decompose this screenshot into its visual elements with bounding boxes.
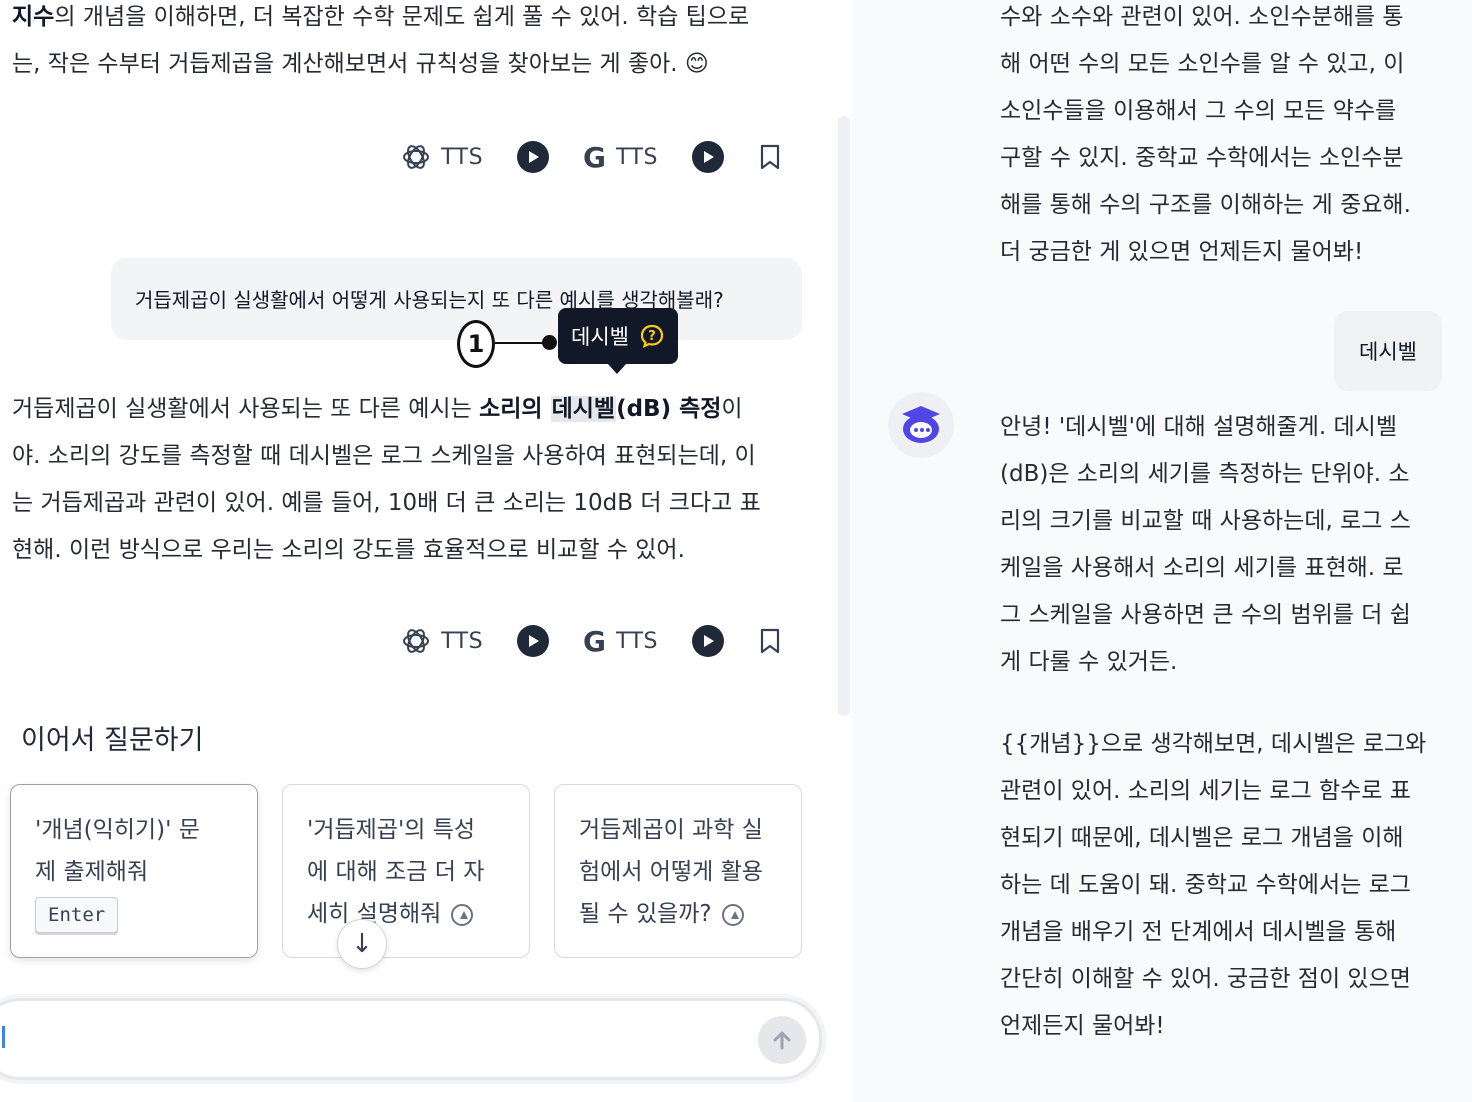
assistant-message-history: 안녕! '데시벨'에 대해 설명해줄게. 데시벨 (dB)은 소리의 세기를 측…: [1000, 404, 1440, 686]
message-text: 구할 수 있지. 중학교 수학에서는 소인수분: [1000, 145, 1404, 171]
tts-label: TTS: [441, 628, 484, 654]
tooltip-term: 데시벨: [571, 325, 629, 349]
enter-key-hint: Enter: [35, 897, 119, 933]
message-actions: TTS G TTS: [401, 135, 782, 179]
assistant-message-previous: 지수의 개념을 이해하면, 더 복잡한 수학 문제도 쉽게 풀 수 있어. 학습…: [12, 0, 812, 88]
openai-icon: [403, 629, 430, 653]
message-text: 하는 데 도움이 돼. 중학교 수학에서는 로그: [1000, 872, 1411, 898]
card-text: 험에서 어떻게 활용: [579, 859, 763, 885]
message-text: 야. 소리의 강도를 측정할 때 데시벨은 로그 스케일을 사용하여 표현되는데…: [12, 443, 756, 469]
message-text: 이: [721, 396, 743, 422]
scroll-down-button[interactable]: ↓: [337, 919, 387, 969]
bold-term: 소리의: [479, 396, 551, 422]
card-text: '거듭제곱'의 특성: [307, 817, 476, 843]
arrow-down-icon: ↓: [351, 929, 373, 959]
help-icon[interactable]: ?: [639, 323, 665, 349]
message-text: 리의 크기를 비교할 때 사용하는데, 로그 스: [1000, 508, 1411, 534]
message-actions: TTS G TTS: [401, 619, 782, 663]
message-text: 소인수들을 이용해서 그 수의 모든 약수를: [1000, 98, 1397, 124]
message-text: 더 궁금한 게 있으면 언제든지 물어봐!: [1000, 239, 1364, 265]
google-icon: G: [583, 624, 607, 658]
message-text: 수와 소수와 관련이 있어. 소인수분해를 통: [1000, 4, 1404, 30]
message-text: 현해. 이런 방식으로 우리는 소리의 강도를 효율적으로 비교할 수 있어.: [12, 537, 685, 563]
arrow-up-icon: [773, 1031, 791, 1050]
tts-label: TTS: [616, 628, 658, 654]
card-text: 제 출제해줘: [35, 859, 149, 885]
google-icon: G: [583, 140, 607, 174]
highlighted-term[interactable]: 데시벨: [550, 396, 617, 422]
message-text: 는 거듭제곱과 관련이 있어. 예를 들어, 10배 더 큰 소리는 10dB …: [12, 490, 761, 516]
send-button[interactable]: [758, 1016, 806, 1064]
bold-term: 지수: [12, 4, 55, 30]
bold-term: (dB) 측정: [616, 396, 722, 422]
user-message-bubble: 거듭제곱이 실생활에서 어떻게 사용되는지 또 다른 예시를 생각해볼래?: [111, 258, 802, 340]
tts-label: TTS: [616, 144, 658, 170]
card-text: '개념(익히기)' 문: [35, 817, 200, 843]
card-text: 거듭제곱이 과학 실: [579, 817, 763, 843]
message-text: 해 어떤 수의 모든 소인수를 알 수 있고, 이: [1000, 51, 1405, 77]
message-text: 해를 통해 수의 구조를 이해하는 게 중요해.: [1000, 192, 1411, 218]
openai-icon: [403, 145, 430, 169]
followup-card[interactable]: '개념(익히기)' 문 제 출제해줘 Enter: [10, 784, 258, 958]
play-icon[interactable]: [692, 141, 724, 173]
play-icon[interactable]: [517, 141, 550, 173]
text-caret: [2, 1026, 5, 1048]
annotation-line: [495, 342, 547, 344]
message-text: 개념을 배우기 전 단계에서 데시벨을 통해: [1000, 919, 1397, 945]
tooltip-arrow: [608, 364, 626, 374]
openai-tts-button[interactable]: TTS: [401, 626, 483, 656]
message-text: 현되기 때문에, 데시벨은 로그 개념을 이해: [1000, 825, 1404, 851]
graduation-bot-icon: [902, 406, 940, 443]
message-text: 간단히 이해할 수 있어. 궁금한 점이 있으면: [1000, 966, 1411, 992]
followup-card[interactable]: 거듭제곱이 과학 실 험에서 어떻게 활용 될 수 있을까?: [554, 784, 802, 958]
assistant-message-history: {{개념}}으로 생각해보면, 데시벨은 로그와 관련이 있어. 소리의 세기는…: [1000, 721, 1440, 1050]
chat-panel: 지수의 개념을 이해하면, 더 복잡한 수학 문제도 쉽게 풀 수 있어. 학습…: [0, 0, 852, 1102]
assistant-message: 거듭제곱이 실생활에서 사용되는 또 다른 예시는 소리의 데시벨(dB) 측정…: [12, 386, 812, 574]
message-text: 그 스케일을 사용하면 큰 수의 범위를 더 쉽: [1000, 602, 1411, 628]
user-message-bubble: 데시벨: [1334, 311, 1442, 391]
followup-title: 이어서 질문하기: [21, 725, 204, 756]
history-panel: 수와 소수와 관련이 있어. 소인수분해를 통 해 어떤 수의 모든 소인수를 …: [852, 0, 1472, 1102]
google-tts-button[interactable]: G TTS: [583, 141, 658, 174]
message-text: 는, 작은 수부터 거듭제곱을 계산해보면서 규칙성을 찾아보는 게 좋아. 😊: [12, 51, 709, 77]
message-text: 의 개념을 이해하면, 더 복잡한 수학 문제도 쉽게 풀 수 있어. 학습 팁…: [54, 4, 750, 30]
term-tooltip[interactable]: 데시벨 ?: [558, 308, 678, 364]
play-icon[interactable]: [692, 625, 724, 657]
annotation-dot: [542, 335, 557, 350]
message-text: 케일을 사용해서 소리의 세기를 표현해. 로: [1000, 555, 1404, 581]
openai-tts-button[interactable]: TTS: [401, 142, 483, 172]
message-text: (dB)은 소리의 세기를 측정하는 단위야. 소: [1000, 461, 1410, 487]
card-text: 에 대해 조금 더 자: [307, 859, 485, 885]
message-text: 게 다룰 수 있거든.: [1000, 649, 1178, 675]
send-arrow-icon: [451, 903, 474, 926]
tts-label: TTS: [441, 144, 484, 170]
play-icon[interactable]: [517, 625, 550, 657]
bookmark-icon[interactable]: [758, 628, 782, 654]
google-tts-button[interactable]: G TTS: [583, 625, 658, 658]
message-text: {{개념}}으로 생각해보면, 데시벨은 로그와: [1000, 731, 1427, 757]
message-text: 안녕! '데시벨'에 대해 설명해줄게. 데시벨: [1000, 414, 1397, 440]
message-input[interactable]: [0, 998, 822, 1080]
send-arrow-icon: [721, 903, 744, 926]
bookmark-icon[interactable]: [758, 144, 782, 170]
chat-scrollbar[interactable]: [838, 116, 850, 716]
followup-card[interactable]: '거듭제곱'의 특성 에 대해 조금 더 자 세히 설명해줘: [282, 784, 530, 958]
card-text: 될 수 있을까?: [579, 901, 712, 927]
bot-avatar: [888, 392, 954, 458]
message-text: 거듭제곱이 실생활에서 사용되는 또 다른 예시는: [12, 396, 480, 422]
assistant-message-history: 수와 소수와 관련이 있어. 소인수분해를 통 해 어떤 수의 모든 소인수를 …: [1000, 0, 1440, 276]
message-text: 언제든지 물어봐!: [1000, 1013, 1165, 1039]
svg-text:?: ?: [648, 329, 656, 344]
message-text: 관련이 있어. 소리의 세기는 로그 함수로 표: [1000, 778, 1411, 804]
annotation-marker: 1: [457, 320, 495, 368]
